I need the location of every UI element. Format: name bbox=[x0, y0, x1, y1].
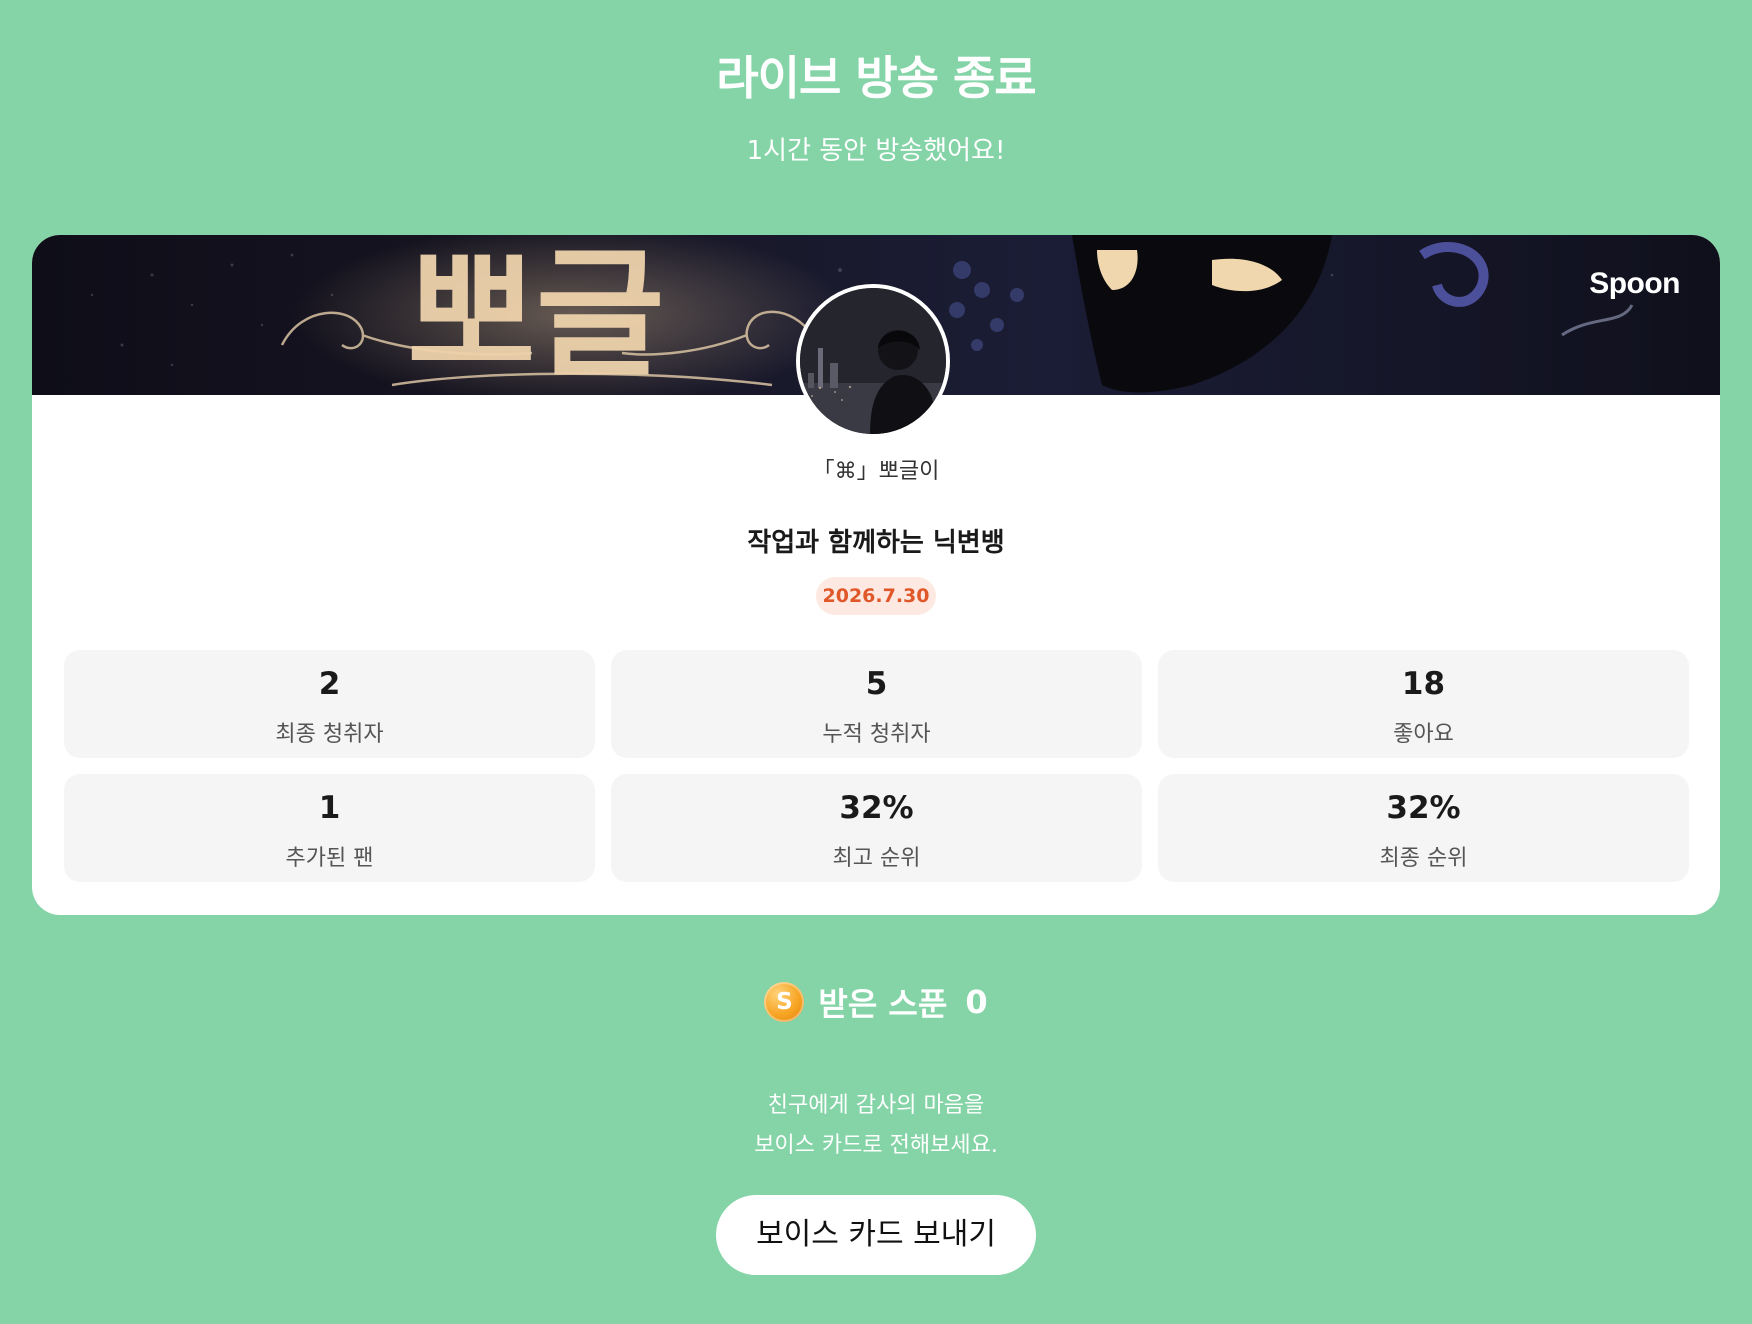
stat-value: 18 bbox=[1401, 666, 1446, 702]
received-spoons-count: 0 bbox=[965, 983, 988, 1021]
stat-value: 2 bbox=[318, 666, 341, 702]
page-title: 라이브 방송 종료 bbox=[716, 51, 1036, 105]
spoon-coin-icon: S bbox=[764, 982, 805, 1022]
stat-label: 추가된 팬 bbox=[285, 846, 374, 871]
stat-value: 5 bbox=[865, 666, 888, 702]
host-name: 「⌘」뽀글이 bbox=[812, 459, 940, 484]
received-spoons-label: 받은 스푼 bbox=[818, 985, 948, 1023]
voice-card-message-line2: 보이스 카드로 전해보세요. bbox=[754, 1133, 998, 1158]
stat-final-rank: 32% 최종 순위 bbox=[1158, 774, 1689, 882]
host-avatar bbox=[796, 284, 950, 438]
stat-new-fans: 1 추가된 팬 bbox=[64, 774, 595, 882]
date-badge: 2026.7.30 bbox=[816, 577, 936, 615]
broadcast-summary-card: 뽀글 Spoon 「⌘」뽀글이 작업과 함께하는 닉변뱅 2026.7.30 2… bbox=[32, 235, 1720, 915]
stat-likes: 18 좋아요 bbox=[1158, 650, 1689, 758]
stat-label: 누적 청취자 bbox=[822, 722, 931, 747]
stat-best-rank: 32% 최고 순위 bbox=[611, 774, 1142, 882]
banner-text: 뽀글 bbox=[407, 235, 665, 395]
stat-label: 좋아요 bbox=[1393, 722, 1454, 747]
stats-grid: 2 최종 청취자 5 누적 청취자 18 좋아요 1 추가된 팬 32% 최고 … bbox=[64, 650, 1689, 882]
received-spoons: S 받은 스푼 0 bbox=[0, 980, 1752, 1024]
stat-label: 최고 순위 bbox=[832, 846, 921, 871]
stat-value: 32% bbox=[1386, 790, 1461, 826]
spoon-logo: Spoon bbox=[1589, 267, 1680, 300]
stat-final-listeners: 2 최종 청취자 bbox=[64, 650, 595, 758]
send-voice-card-button[interactable]: 보이스 카드 보내기 bbox=[716, 1195, 1036, 1275]
stat-label: 최종 청취자 bbox=[275, 722, 384, 747]
page-subtitle: 1시간 동안 방송했어요! bbox=[746, 136, 1006, 166]
avatar-image bbox=[800, 288, 946, 434]
voice-card-message-line1: 친구에게 감사의 마음을 bbox=[767, 1093, 985, 1118]
stream-title: 작업과 함께하는 닉변뱅 bbox=[747, 528, 1005, 558]
stat-value: 1 bbox=[318, 790, 341, 826]
stat-total-listeners: 5 누적 청취자 bbox=[611, 650, 1142, 758]
stat-value: 32% bbox=[839, 790, 914, 826]
stat-label: 최종 순위 bbox=[1379, 846, 1468, 871]
